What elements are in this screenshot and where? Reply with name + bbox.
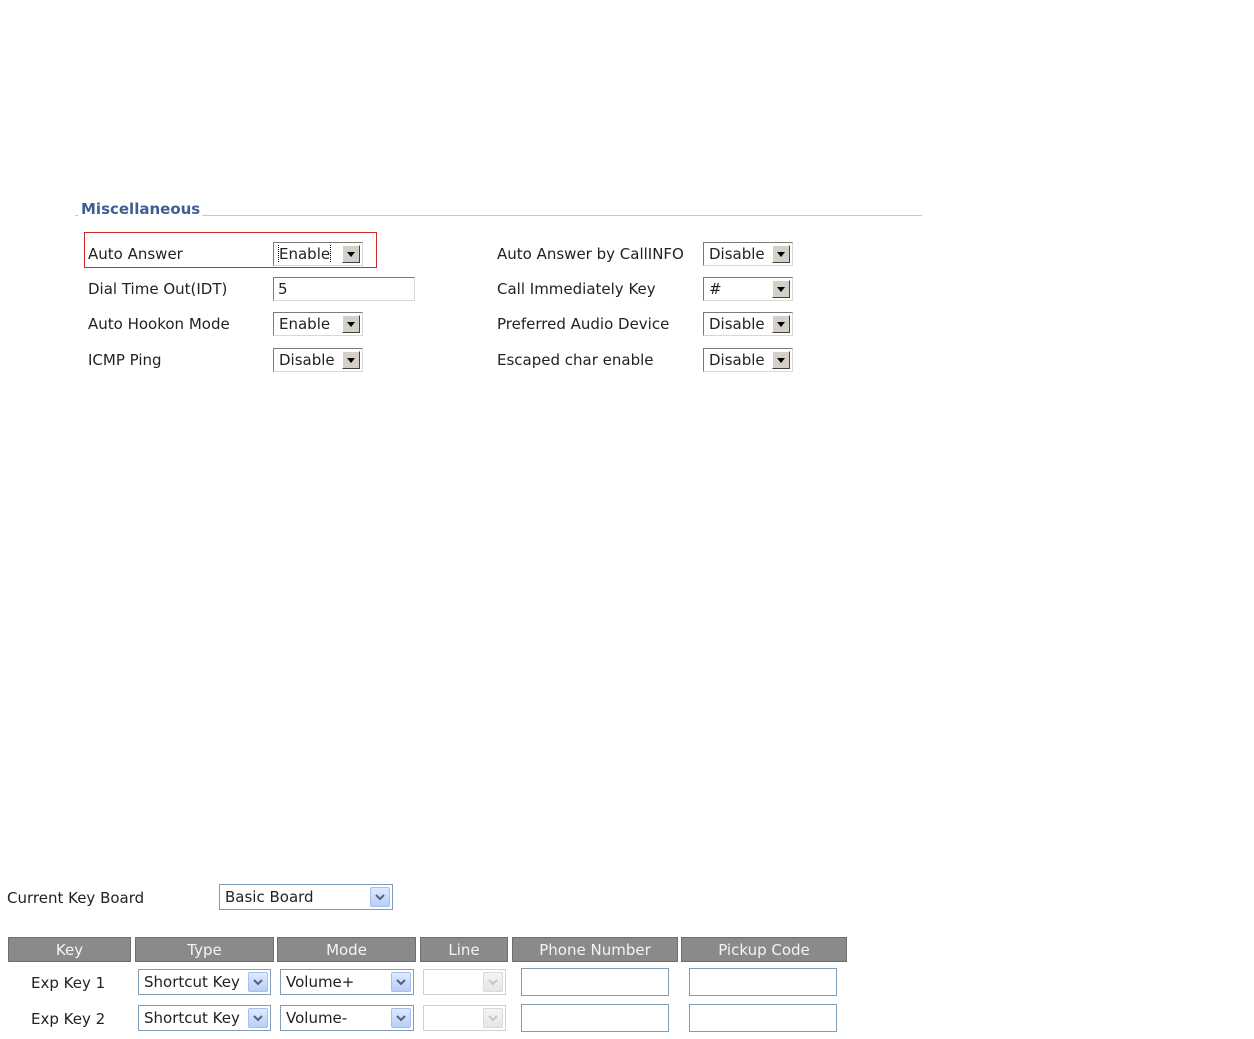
column-header-mode: Mode	[277, 937, 416, 962]
current-keyboard-value: Basic Board	[225, 888, 314, 906]
auto-hookon-value: Enable	[279, 315, 331, 333]
chevron-down-icon[interactable]	[772, 351, 790, 369]
column-header-line: Line	[420, 937, 508, 962]
exp-key-1-phone-number-input[interactable]	[521, 968, 669, 996]
chevron-down-icon[interactable]	[248, 1008, 268, 1028]
chevron-down-icon[interactable]	[370, 887, 390, 907]
exp-key-2-mode-value: Volume-	[286, 1009, 348, 1027]
exp-key-2-mode-select[interactable]: Volume-	[280, 1005, 414, 1031]
chevron-down-icon[interactable]	[391, 1008, 411, 1028]
icmp-ping-select[interactable]: Disable	[273, 348, 363, 372]
call-immediately-key-value: #	[709, 280, 722, 298]
chevron-down-icon[interactable]	[342, 315, 360, 333]
exp-key-2-line-select[interactable]	[423, 1005, 506, 1031]
exp-key-2-type-select[interactable]: Shortcut Key	[138, 1005, 271, 1031]
dial-timeout-label: Dial Time Out(IDT)	[88, 280, 228, 298]
escaped-char-value: Disable	[709, 351, 765, 369]
exp-key-1-mode-select[interactable]: Volume+	[280, 969, 414, 995]
chevron-down-icon[interactable]	[772, 280, 790, 298]
current-keyboard-select[interactable]: Basic Board	[219, 884, 393, 910]
escaped-char-select[interactable]: Disable	[703, 348, 793, 372]
exp-key-1-mode-value: Volume+	[286, 973, 355, 991]
exp-key-1-type-value: Shortcut Key	[144, 973, 240, 991]
section-divider	[75, 215, 78, 216]
auto-hookon-select[interactable]: Enable	[273, 312, 363, 336]
chevron-down-icon	[483, 972, 503, 992]
column-header-pickup-code: Pickup Code	[681, 937, 847, 962]
exp-key-1-label: Exp Key 1	[31, 974, 106, 992]
chevron-down-icon[interactable]	[342, 245, 360, 263]
call-immediately-key-select[interactable]: #	[703, 277, 793, 301]
preferred-audio-select[interactable]: Disable	[703, 312, 793, 336]
auto-answer-select[interactable]: Enable	[273, 242, 363, 266]
exp-key-1-type-select[interactable]: Shortcut Key	[138, 969, 271, 995]
chevron-down-icon	[483, 1008, 503, 1028]
chevron-down-icon[interactable]	[772, 315, 790, 333]
auto-answer-value: Enable	[277, 245, 332, 263]
auto-answer-callinfo-select[interactable]: Disable	[703, 242, 793, 266]
exp-key-2-label: Exp Key 2	[31, 1010, 106, 1028]
auto-hookon-label: Auto Hookon Mode	[88, 315, 230, 333]
section-divider	[202, 215, 922, 216]
auto-answer-label: Auto Answer	[88, 245, 183, 263]
chevron-down-icon[interactable]	[772, 245, 790, 263]
icmp-ping-label: ICMP Ping	[88, 351, 162, 369]
exp-key-2-phone-number-input[interactable]	[521, 1004, 669, 1032]
icmp-ping-value: Disable	[279, 351, 335, 369]
current-keyboard-label: Current Key Board	[7, 889, 145, 907]
exp-key-1-line-select[interactable]	[423, 969, 506, 995]
chevron-down-icon[interactable]	[342, 351, 360, 369]
preferred-audio-value: Disable	[709, 315, 765, 333]
chevron-down-icon[interactable]	[391, 972, 411, 992]
column-header-phone-number: Phone Number	[512, 937, 678, 962]
exp-key-2-pickup-code-input[interactable]	[689, 1004, 837, 1032]
section-title: Miscellaneous	[81, 200, 201, 218]
column-header-key: Key	[8, 937, 131, 962]
escaped-char-label: Escaped char enable	[497, 351, 654, 369]
exp-key-2-type-value: Shortcut Key	[144, 1009, 240, 1027]
auto-answer-callinfo-label: Auto Answer by CallINFO	[497, 245, 684, 263]
auto-answer-callinfo-value: Disable	[709, 245, 765, 263]
exp-key-1-pickup-code-input[interactable]	[689, 968, 837, 996]
column-header-type: Type	[135, 937, 274, 962]
dial-timeout-input[interactable]: 5	[273, 277, 415, 301]
preferred-audio-label: Preferred Audio Device	[497, 315, 670, 333]
dial-timeout-value: 5	[278, 280, 288, 298]
chevron-down-icon[interactable]	[248, 972, 268, 992]
call-immediately-key-label: Call Immediately Key	[497, 280, 656, 298]
